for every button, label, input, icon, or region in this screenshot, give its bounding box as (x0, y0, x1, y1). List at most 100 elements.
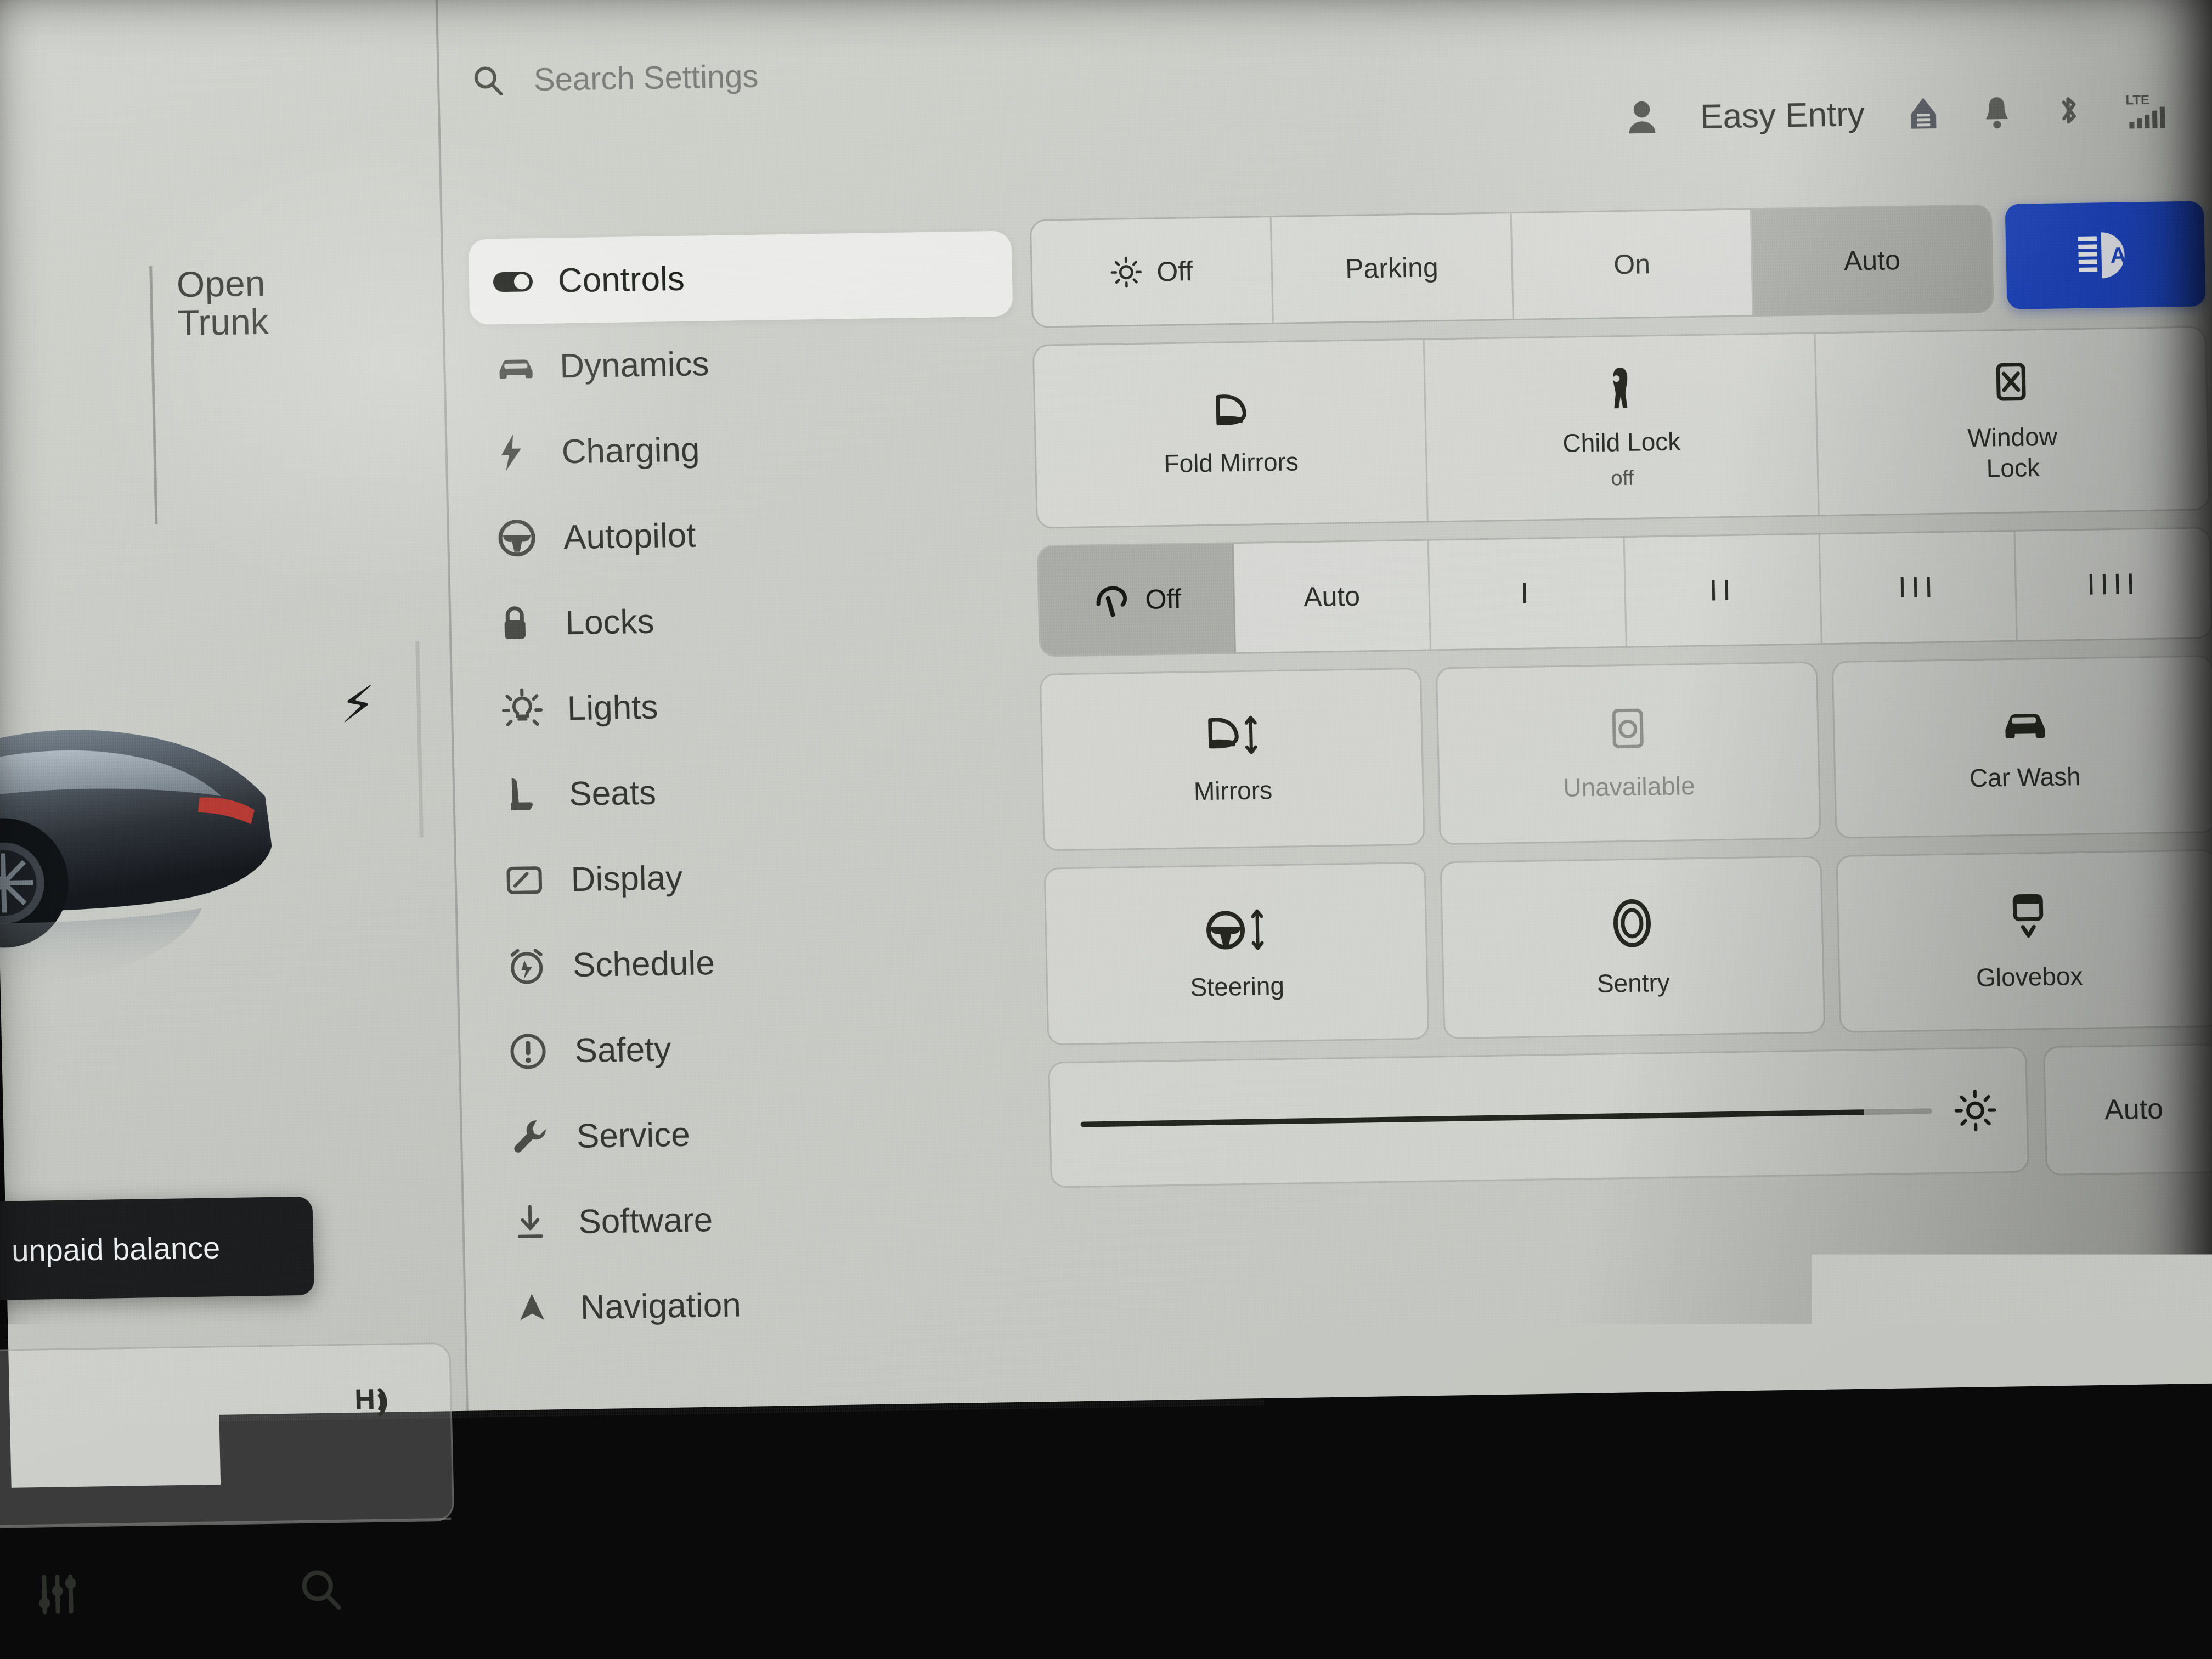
wiper-speed-1-label: I (1520, 577, 1534, 611)
wiper-auto-button[interactable]: Auto (1234, 541, 1431, 653)
auto-high-beam-button[interactable]: A (2005, 201, 2206, 309)
wiper-speed-3-button[interactable]: III (1820, 532, 2017, 644)
wiper-speed-2-button[interactable]: II (1624, 534, 1822, 646)
search-settings-field[interactable]: Search Settings (471, 58, 759, 99)
svg-text:LTE: LTE (2125, 93, 2149, 108)
brightness-slider[interactable] (1048, 1047, 2029, 1188)
search-icon[interactable] (295, 1565, 347, 1616)
child-lock-button[interactable]: Child Lock off (1425, 334, 1819, 521)
brightness-row: Auto (1048, 1043, 2212, 1192)
headlights-row: Off Parking On Auto A (1030, 201, 2206, 328)
sidebar-item-dynamics[interactable]: Dynamics (470, 316, 1015, 410)
headlight-parking-button[interactable]: Parking (1271, 213, 1514, 323)
equalizer-icon[interactable] (32, 1568, 83, 1620)
search-placeholder: Search Settings (533, 58, 759, 98)
headlight-auto-button[interactable]: Auto (1752, 206, 1993, 315)
sidebar-item-schedule[interactable]: Schedule (483, 915, 1028, 1009)
sidebar-item-label: Charging (561, 430, 700, 471)
sidebar-item-label: Autopilot (563, 516, 696, 557)
headlight-off-button[interactable]: Off (1031, 217, 1274, 326)
camera-unavailable-label: Unavailable (1563, 771, 1696, 803)
brightness-auto-label: Auto (2104, 1093, 2163, 1127)
person-icon[interactable] (1626, 99, 1657, 136)
wiper-speed-2-label: II (1709, 573, 1736, 608)
svg-text:A: A (2110, 244, 2126, 268)
wiper-speed-3-label: III (1898, 570, 1938, 605)
sidebar-item-label: Dynamics (560, 345, 710, 386)
header-profile-name[interactable]: Easy Entry (1700, 95, 1865, 137)
sidebar-item-label: Locks (565, 602, 655, 642)
headlight-on-button[interactable]: On (1511, 210, 1754, 319)
steering-button[interactable]: Steering (1043, 862, 1429, 1046)
auto-high-beam-icon: A (2069, 226, 2141, 284)
light-bulb-icon (501, 688, 555, 730)
sidebar-item-service[interactable]: Service (487, 1086, 1031, 1181)
display-icon (505, 864, 558, 897)
steering-wheel-icon (497, 518, 551, 557)
media-card[interactable]: H (0, 1342, 454, 1530)
trunk-label-line1: Open (176, 264, 268, 304)
settings-pane: Easy Entry 12:49 pm 57°F Search Settings… (435, 0, 2212, 1659)
home-icon[interactable] (1907, 95, 1939, 131)
sentry-button[interactable]: Sentry (1440, 855, 1825, 1039)
alarm-clock-icon (506, 946, 560, 986)
child-lock-state: off (1611, 466, 1634, 490)
glovebox-button[interactable]: Glovebox (1836, 849, 2212, 1033)
sidebar-item-label: Schedule (572, 944, 715, 985)
sidebar-item-software[interactable]: Software (489, 1172, 1034, 1266)
camera-unavailable-button: Unavailable (1436, 661, 1821, 845)
wiper-speed-4-button[interactable]: IIII (2015, 528, 2211, 640)
bell-icon[interactable] (1982, 94, 2012, 131)
sentry-icon (1609, 896, 1656, 950)
sidebar-item-safety[interactable]: Safety (485, 1001, 1030, 1095)
sidebar-item-navigation[interactable]: Navigation (490, 1257, 1035, 1352)
open-trunk-label: Open Trunk (176, 264, 273, 523)
sidebar-item-lights[interactable]: Lights (477, 658, 1022, 753)
window-lock-icon (1990, 359, 2032, 405)
steering-adjust-icon (1203, 905, 1269, 953)
fold-mirrors-button[interactable]: Fold Mirrors (1034, 340, 1429, 527)
window-lock-button[interactable]: Window Lock (1815, 328, 2208, 515)
settings-nav: Controls Dynamics Charging Autopilot Loc… (468, 230, 1035, 1351)
unpaid-balance-toast[interactable]: unpaid balance (0, 1197, 314, 1302)
glovebox-icon (2005, 890, 2052, 944)
window-lock-label-line1: Window (1967, 422, 2058, 452)
seat-icon (503, 775, 557, 815)
sidebar-item-label: Safety (574, 1030, 672, 1070)
wiper-icon (1091, 582, 1131, 618)
sidebar-item-display[interactable]: Display (481, 830, 1026, 924)
brightness-auto-button[interactable]: Auto (2043, 1043, 2212, 1176)
trunk-label-line2: Trunk (177, 303, 269, 343)
headlight-off-label: Off (1156, 255, 1193, 287)
open-trunk-button[interactable]: Open Trunk (149, 264, 273, 524)
mirrors-label: Mirrors (1193, 775, 1272, 806)
wrench-icon (510, 1116, 564, 1156)
lte-signal-icon[interactable]: LTE (2124, 89, 2186, 130)
charge-bolt-icon: ⚡ (340, 680, 376, 731)
toggle-icon (492, 267, 545, 295)
fold-mirrors-label: Fold Mirrors (1164, 446, 1299, 479)
sidebar-item-controls[interactable]: Controls (468, 230, 1013, 325)
scroll-indicator[interactable] (415, 640, 424, 838)
wiper-speed-1-button[interactable]: I (1429, 538, 1627, 650)
sidebar-item-autopilot[interactable]: Autopilot (473, 487, 1018, 582)
bluetooth-off-icon[interactable] (2054, 92, 2082, 130)
sidebar-item-label: Controls (557, 259, 685, 300)
window-lock-label: Window Lock (1967, 421, 2058, 484)
mirror-adjust-icon (1201, 713, 1262, 758)
window-lock-label-line2: Lock (1986, 453, 2040, 483)
wiper-off-button[interactable]: Off (1039, 544, 1236, 656)
brightness-track[interactable] (1081, 1108, 1932, 1127)
brightness-icon (1954, 1088, 1997, 1132)
mirrors-button[interactable]: Mirrors (1040, 668, 1425, 851)
sidebar-item-charging[interactable]: Charging (472, 402, 1017, 496)
sidebar-item-locks[interactable]: Locks (476, 573, 1020, 667)
header-right-cluster: Easy Entry LTE (1626, 89, 2185, 138)
car-wash-button[interactable]: Car Wash (1832, 655, 2212, 839)
wiper-auto-label: Auto (1304, 580, 1361, 613)
car-front-icon (494, 351, 547, 382)
wiper-speed-4-label: IIII (2086, 567, 2140, 601)
sentry-label: Sentry (1596, 968, 1670, 998)
trunk-divider (149, 266, 157, 524)
sidebar-item-seats[interactable]: Seats (479, 744, 1024, 838)
